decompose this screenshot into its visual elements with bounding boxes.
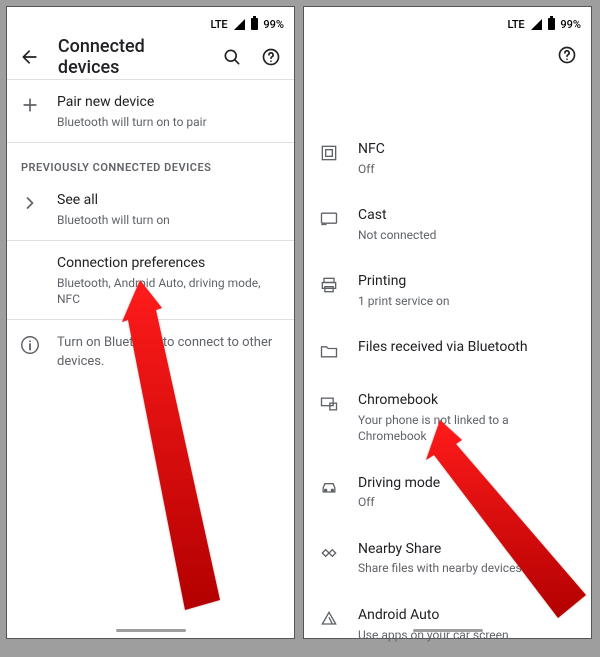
pref-row-cast[interactable]: Cast Not connected: [304, 191, 591, 257]
chromebook-icon: [318, 393, 340, 415]
connpref-sub: Bluetooth, Android Auto, driving mode, N…: [57, 275, 282, 307]
app-bar: Connected devices: [7, 35, 294, 79]
pref-row-chromebook[interactable]: Chromebook Your phone is not linked to a …: [304, 376, 591, 458]
pref-title: Driving mode: [358, 474, 577, 493]
see-all-title: See all: [57, 191, 282, 210]
nfc-icon: [318, 142, 340, 164]
pref-row-car[interactable]: Driving modeOff: [304, 459, 591, 525]
back-button[interactable]: [13, 39, 48, 75]
see-all-row[interactable]: See all Bluetooth will turn on: [7, 178, 294, 240]
print-icon: [318, 274, 340, 296]
connection-preferences-row[interactable]: Connection preferences Bluetooth, Androi…: [7, 241, 294, 319]
section-previous-devices: PREVIOUSLY CONNECTED DEVICES: [7, 143, 294, 178]
help-button[interactable]: [549, 37, 585, 73]
pref-title: Android Auto: [358, 606, 577, 625]
network-label: LTE: [507, 18, 524, 31]
pref-sub: Not connected: [358, 227, 577, 243]
bluetooth-info-row: Turn on Bluetooth to connect to other de…: [7, 320, 294, 384]
status-bar: LTE 99%: [7, 7, 294, 35]
pair-sub: Bluetooth will turn on to pair: [57, 114, 282, 130]
battery-icon: [251, 18, 258, 30]
chevron-right-icon: [19, 192, 41, 214]
connpref-title: Connection preferences: [57, 254, 282, 273]
pref-row-nearby[interactable]: Nearby ShareShare files with nearby devi…: [304, 525, 591, 591]
folder-icon: [318, 340, 340, 362]
help-icon: [261, 47, 281, 67]
pref-row-nfc[interactable]: NFC Off: [304, 125, 591, 191]
androidauto-icon: [318, 608, 340, 630]
network-label: LTE: [210, 18, 227, 31]
help-button[interactable]: [253, 39, 288, 75]
pref-sub: Off: [358, 161, 577, 177]
pref-row-folder[interactable]: Files received via Bluetooth: [304, 323, 591, 376]
see-all-sub: Bluetooth will turn on: [57, 212, 282, 228]
screenshot-connected-devices: LTE 99% Connected devices Pair n: [6, 6, 295, 639]
pref-sub: Your phone is not linked to a Chromebook: [358, 412, 577, 444]
cast-icon: [318, 208, 340, 230]
screenshot-connection-preferences: LTE 99% NFC Off Cast Not connected Printing 1…: [303, 6, 592, 639]
pref-sub: 1 print service on: [358, 293, 577, 309]
page-title: Connected devices: [58, 36, 206, 78]
pair-new-device-row[interactable]: Pair new device Bluetooth will turn on t…: [7, 80, 294, 142]
nearby-icon: [318, 542, 340, 564]
info-text: Turn on Bluetooth to connect to other de…: [57, 334, 282, 370]
pref-title: Files received via Bluetooth: [358, 338, 577, 357]
battery-icon: [548, 18, 555, 30]
pref-title: NFC: [358, 140, 577, 159]
plus-icon: [19, 94, 41, 116]
pref-title: Printing: [358, 272, 577, 291]
car-icon: [318, 476, 340, 498]
arrow-back-icon: [20, 47, 40, 67]
pref-row-androidauto[interactable]: Android AutoUse apps on your car screen: [304, 591, 591, 657]
battery-label: 99%: [263, 18, 284, 31]
signal-icon: [531, 19, 542, 30]
blank-icon: [19, 255, 41, 277]
pref-sub: Off: [358, 494, 577, 510]
nav-handle[interactable]: [413, 629, 483, 632]
nav-handle[interactable]: [116, 629, 186, 632]
search-icon: [222, 47, 242, 67]
pref-sub: Share files with nearby devices: [358, 560, 577, 576]
signal-icon: [234, 19, 245, 30]
info-icon: [19, 334, 41, 356]
status-bar: LTE 99%: [304, 7, 591, 35]
help-icon: [557, 45, 577, 65]
battery-label: 99%: [560, 18, 581, 31]
pref-row-print[interactable]: Printing 1 print service on: [304, 257, 591, 323]
pair-title: Pair new device: [57, 93, 282, 112]
pref-title: Nearby Share: [358, 540, 577, 559]
pref-title: Chromebook: [358, 391, 577, 410]
preferences-list: NFC Off Cast Not connected Printing 1 print s…: [304, 35, 591, 657]
pref-title: Cast: [358, 206, 577, 225]
search-button[interactable]: [214, 39, 249, 75]
